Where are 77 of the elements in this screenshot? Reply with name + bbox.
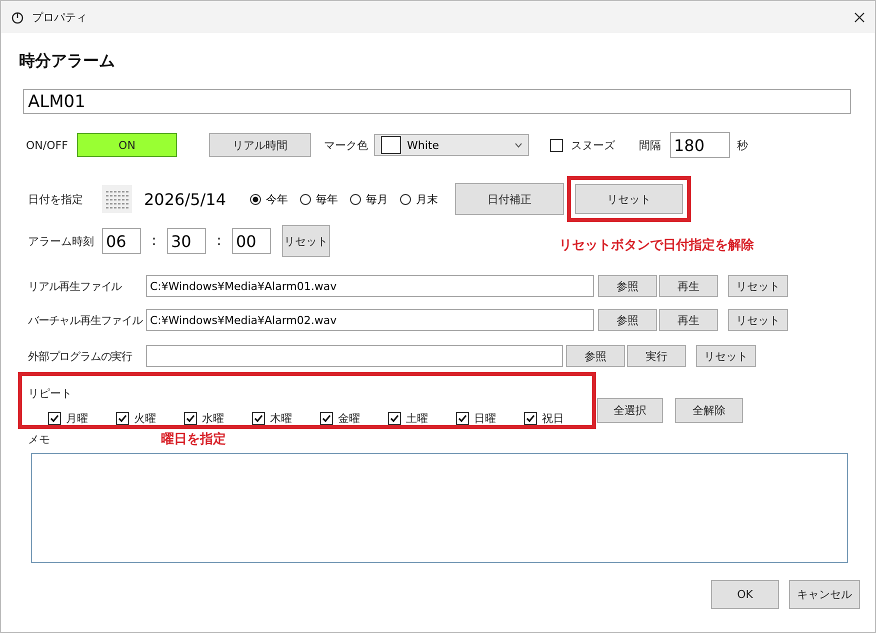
weekday-label: 金曜 xyxy=(338,410,360,426)
chevron-icon xyxy=(515,142,522,148)
alarm-time-label: アラーム時刻 xyxy=(28,234,95,248)
window-title: プロパティ xyxy=(32,10,88,24)
weekday-label: 火曜 xyxy=(134,410,156,426)
memo-label: メモ xyxy=(28,432,51,446)
run-button[interactable]: 実行 xyxy=(627,345,686,367)
timer-icon xyxy=(11,10,24,24)
browse-button[interactable]: 参照 xyxy=(598,309,657,331)
weekday-label: 土曜 xyxy=(406,410,428,426)
weekday-label: 水曜 xyxy=(202,410,224,426)
snooze-label: スヌーズ xyxy=(571,138,615,152)
radio-label: 今年 xyxy=(266,192,288,206)
onoff-label: ON/OFF xyxy=(26,138,69,152)
time-reset-button[interactable]: リセット xyxy=(282,225,330,257)
time-separator: : xyxy=(216,233,222,249)
file-label: リアル再生ファイル xyxy=(28,278,123,294)
color-dropdown[interactable]: White xyxy=(374,134,529,156)
time-separator: : xyxy=(150,233,158,249)
checkbox[interactable] xyxy=(116,412,129,424)
radio-button[interactable] xyxy=(300,194,311,204)
weekday-label: 木曜 xyxy=(270,410,292,426)
minute-field[interactable]: 30 xyxy=(167,228,206,254)
select-all-button[interactable]: 全選択 xyxy=(597,398,663,423)
reset-button[interactable]: リセット xyxy=(728,309,788,331)
interval-label: 間隔 xyxy=(639,138,661,152)
annotation-text: 曜日を指定 xyxy=(161,430,226,448)
radio-button[interactable] xyxy=(400,194,411,204)
file-path-field[interactable] xyxy=(146,345,563,367)
repeat-label: リピート xyxy=(28,387,72,400)
second-field[interactable]: 00 xyxy=(232,228,271,254)
reset-button[interactable]: リセット xyxy=(696,345,756,367)
real-time-button[interactable]: リアル時間 xyxy=(209,133,311,157)
file-path-field[interactable]: C:¥Windows¥Media¥Alarm02.wav xyxy=(146,309,594,331)
hour-field[interactable]: 06 xyxy=(102,228,141,254)
clear-all-button[interactable]: 全解除 xyxy=(675,398,743,423)
browse-button[interactable]: 参照 xyxy=(598,275,657,297)
mark-color-label: マーク色 xyxy=(324,138,368,152)
date-adjust-button[interactable]: 日付補正 xyxy=(455,183,564,215)
interval-field[interactable]: 180 xyxy=(670,132,730,158)
annotation-text: リセットボタンで日付指定を解除 xyxy=(559,238,754,253)
weekday-label: 日曜 xyxy=(474,410,496,426)
date-value: 2026/5/14 xyxy=(144,190,228,208)
browse-button[interactable]: 参照 xyxy=(566,345,625,367)
close-icon[interactable] xyxy=(854,12,865,22)
radio-button[interactable] xyxy=(350,194,361,204)
date-label: 日付を指定 xyxy=(28,192,84,206)
checkbox[interactable] xyxy=(550,138,563,152)
weekday-label: 月曜 xyxy=(66,410,88,426)
radio-button[interactable] xyxy=(250,194,261,204)
radio-label: 月末 xyxy=(416,192,438,206)
checkbox[interactable] xyxy=(252,412,265,424)
checkbox[interactable] xyxy=(184,412,197,424)
memo-field[interactable] xyxy=(31,453,848,563)
file-label: バーチャル再生ファイル xyxy=(28,312,144,328)
radio-label: 毎年 xyxy=(316,192,338,206)
ok-button[interactable]: OK xyxy=(711,580,779,609)
cancel-button[interactable]: キャンセル xyxy=(789,580,860,609)
file-path-field[interactable]: C:¥Windows¥Media¥Alarm01.wav xyxy=(146,275,594,297)
dialog-heading: 時分アラーム xyxy=(19,51,116,72)
checkbox[interactable] xyxy=(524,412,537,424)
weekday-label: 祝日 xyxy=(542,410,564,426)
date-reset-button[interactable]: リセット xyxy=(575,184,683,214)
on-off-toggle[interactable]: ON xyxy=(77,133,177,157)
file-label: 外部プログラムの実行 xyxy=(28,348,134,364)
checkbox[interactable] xyxy=(320,412,333,424)
checkbox[interactable] xyxy=(456,412,469,424)
seconds-unit: 秒 xyxy=(737,138,748,152)
radio-label: 毎月 xyxy=(366,192,388,206)
color-swatch xyxy=(381,136,401,154)
checkbox[interactable] xyxy=(48,412,61,424)
checkbox[interactable] xyxy=(388,412,401,424)
calendar-icon xyxy=(102,185,132,213)
play-button[interactable]: 再生 xyxy=(659,309,718,331)
reset-button[interactable]: リセット xyxy=(728,275,788,297)
name-field[interactable]: ALM01 xyxy=(23,89,851,114)
play-button[interactable]: 再生 xyxy=(659,275,718,297)
